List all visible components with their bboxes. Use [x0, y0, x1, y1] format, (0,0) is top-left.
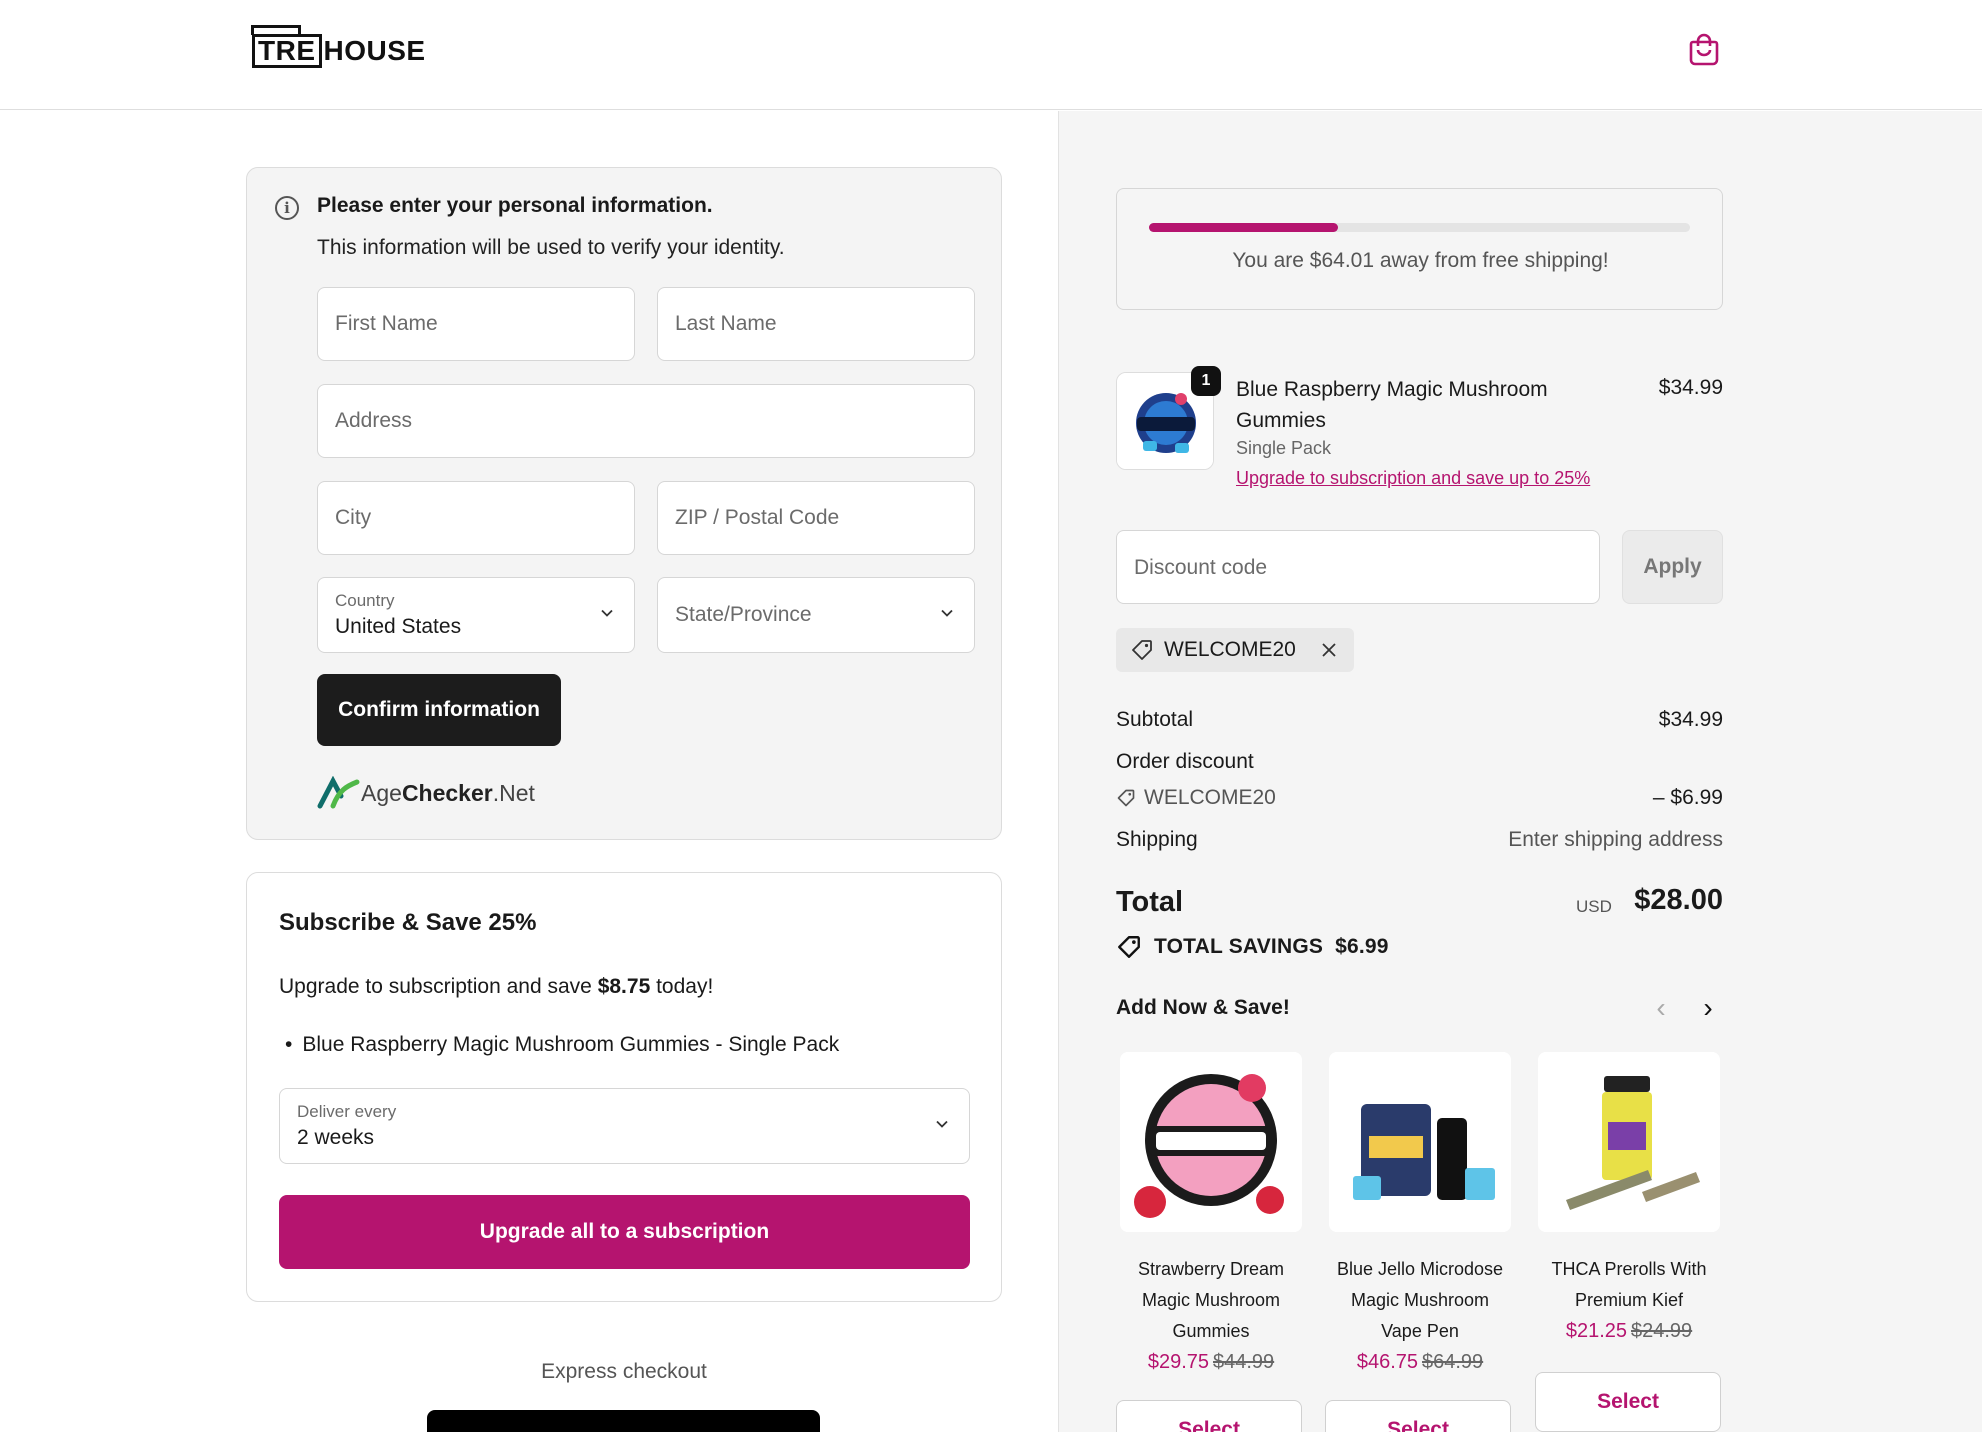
- product-name: Blue Raspberry Magic Mushroom Gummies: [1236, 378, 1548, 432]
- subscribe-item: Blue Raspberry Magic Mushroom Gummies - …: [279, 1033, 839, 1057]
- free-shipping-progress: You are $64.01 away from free shipping!: [1116, 188, 1723, 310]
- apply-discount-button[interactable]: Apply: [1622, 530, 1723, 604]
- select-button[interactable]: Select: [1116, 1400, 1302, 1432]
- order-discount-row: Order discount: [1116, 750, 1723, 774]
- tag-icon: [1118, 936, 1140, 958]
- shopping-bag-icon[interactable]: [1689, 32, 1719, 66]
- total-savings: TOTAL SAVINGS $6.99: [1116, 934, 1389, 960]
- state-select[interactable]: State/Province: [657, 577, 975, 653]
- carousel-prev-icon[interactable]: ‹: [1645, 992, 1677, 1024]
- upsell-product-image[interactable]: [1538, 1052, 1720, 1232]
- total-value: $28.00: [1634, 884, 1723, 916]
- total-label: Total: [1116, 886, 1184, 918]
- tag-icon: [1132, 640, 1152, 660]
- upsell-product-name: Strawberry Dream Magic Mushroom Gummies: [1137, 1259, 1285, 1341]
- upsell-product-card: Blue Jello Microdose Magic Mushroom Vape…: [1329, 1052, 1511, 1378]
- logo-word: HOUSE: [323, 35, 426, 66]
- chevron-down-icon: [601, 609, 613, 617]
- country-select[interactable]: Country United States: [317, 577, 635, 653]
- upgrade-subscription-link[interactable]: Upgrade to subscription and save up to 2…: [1236, 468, 1590, 489]
- upsell-product-name: THCA Prerolls With Premium Kief: [1551, 1259, 1707, 1310]
- address-field[interactable]: Address: [317, 384, 975, 458]
- chevron-down-icon: [941, 609, 953, 617]
- shipping-progress-bar: [1149, 223, 1690, 232]
- last-name-placeholder: Last Name: [675, 312, 777, 335]
- upsell-product-price: $21.25 $24.99: [1565, 1320, 1693, 1342]
- city-field[interactable]: City: [317, 481, 635, 555]
- subscribe-description: Upgrade to subscription and save $8.75 t…: [279, 975, 714, 998]
- site-header: TRE HOUSE: [0, 0, 1982, 110]
- upsell-product-name: Blue Jello Microdose Magic Mushroom Vape…: [1336, 1259, 1504, 1341]
- store-logo[interactable]: TRE HOUSE: [251, 25, 426, 72]
- age-verification-title: Please enter your personal information.: [317, 194, 713, 217]
- shipping-progress-fill: [1149, 223, 1339, 232]
- shipping-progress-text: You are $64.01 away from free shipping!: [1232, 249, 1609, 272]
- logo-box-word: TRE: [251, 25, 322, 68]
- upsell-product-card: Strawberry Dream Magic Mushroom Gummies …: [1120, 1052, 1302, 1378]
- upsell-product-image[interactable]: [1329, 1052, 1511, 1232]
- product-variant: Single Pack: [1236, 438, 1332, 458]
- zip-placeholder: ZIP / Postal Code: [675, 506, 840, 529]
- upsell-product-card: THCA Prerolls With Premium Kief $21.25 $2…: [1538, 1052, 1720, 1347]
- carousel-next-icon[interactable]: ›: [1692, 992, 1724, 1024]
- shipping-value: Enter shipping address: [1508, 828, 1723, 851]
- subscribe-title: Subscribe & Save 25%: [279, 909, 537, 936]
- discount-value: – $6.99: [1652, 786, 1723, 809]
- state-placeholder: State/Province: [675, 603, 812, 626]
- address-placeholder: Address: [335, 409, 413, 432]
- cart-line-item: 1 Blue Raspberry Magic Mushroom Gummies …: [1116, 366, 1723, 492]
- remove-discount-icon[interactable]: [1320, 641, 1338, 659]
- deliver-value: 2 weeks: [297, 1126, 375, 1149]
- agechecker-mark-icon: [317, 776, 360, 809]
- deliver-frequency-select[interactable]: Deliver every 2 weeks: [279, 1088, 970, 1164]
- savings-label: TOTAL SAVINGS: [1154, 935, 1324, 958]
- savings-value: $6.99: [1335, 935, 1389, 958]
- summary-discount-code: WELCOME20: [1144, 786, 1276, 809]
- age-verification-subtitle: This information will be used to verify …: [317, 236, 785, 259]
- info-icon: i: [275, 196, 299, 220]
- shipping-label: Shipping: [1116, 828, 1198, 851]
- upsell-product-price: $46.75 $64.99: [1356, 1351, 1484, 1373]
- discount-code-input[interactable]: Discount code: [1116, 530, 1600, 604]
- deliver-label: Deliver every: [297, 1102, 397, 1121]
- upsell-product-price: $29.75 $44.99: [1147, 1351, 1275, 1373]
- product-price: $34.99: [1658, 376, 1723, 399]
- last-name-field[interactable]: Last Name: [657, 287, 975, 361]
- upsell-title: Add Now & Save!: [1116, 996, 1290, 1019]
- agechecker-logo: Age Checker .Net: [317, 776, 535, 810]
- country-label: Country: [335, 591, 395, 610]
- shipping-row: Shipping Enter shipping address: [1116, 828, 1723, 852]
- subtotal-label: Subtotal: [1116, 708, 1194, 731]
- upsell-product-image[interactable]: [1120, 1052, 1302, 1232]
- order-discount-label: Order discount: [1116, 750, 1254, 773]
- subtotal-value: $34.99: [1658, 708, 1723, 731]
- chevron-down-icon: [936, 1120, 948, 1128]
- express-checkout-label: Express checkout: [541, 1360, 707, 1383]
- city-placeholder: City: [335, 506, 372, 529]
- confirm-information-button[interactable]: Confirm information: [317, 674, 561, 746]
- express-checkout-button[interactable]: [427, 1410, 820, 1432]
- zip-field[interactable]: ZIP / Postal Code: [657, 481, 975, 555]
- total-currency: USD: [1576, 897, 1612, 916]
- subscribe-save-card: Subscribe & Save 25% Upgrade to subscrip…: [246, 872, 1002, 1302]
- tag-icon: [1117, 789, 1135, 807]
- quantity-badge: 1: [1191, 366, 1221, 396]
- select-button[interactable]: Select: [1535, 1372, 1721, 1432]
- discount-placeholder: Discount code: [1134, 556, 1268, 579]
- discount-code-row: WELCOME20 – $6.99: [1116, 786, 1723, 814]
- age-verification-card: i Please enter your personal information…: [246, 167, 1002, 840]
- first-name-placeholder: First Name: [335, 312, 438, 335]
- first-name-field[interactable]: First Name: [317, 287, 635, 361]
- upgrade-subscription-button[interactable]: Upgrade all to a subscription: [279, 1195, 970, 1269]
- select-button[interactable]: Select: [1325, 1400, 1511, 1432]
- subtotal-row: Subtotal $34.99: [1116, 708, 1723, 732]
- applied-discount-code: WELCOME20: [1164, 638, 1296, 661]
- country-value: United States: [335, 615, 462, 638]
- applied-discount-chip: WELCOME20: [1116, 628, 1354, 672]
